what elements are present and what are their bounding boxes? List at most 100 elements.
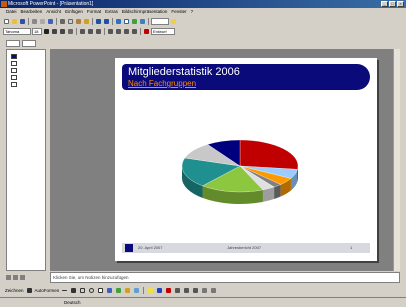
- align-center-button[interactable]: [87, 28, 94, 35]
- preview-icon: [40, 19, 45, 24]
- print-button[interactable]: [31, 18, 38, 25]
- copy-button[interactable]: [67, 18, 74, 25]
- hyperlink-button[interactable]: [139, 18, 146, 25]
- line-button[interactable]: [61, 287, 68, 294]
- dash-style-button[interactable]: [183, 287, 190, 294]
- numbering-button[interactable]: [107, 28, 114, 35]
- outline-line-icon: [11, 75, 17, 80]
- autoshapes-menu[interactable]: AutoFormen: [35, 288, 60, 293]
- menu-einfuegen[interactable]: Einfügen: [63, 8, 85, 16]
- slide-subtitle[interactable]: Nach Fachgruppen: [128, 79, 196, 88]
- spelling-button[interactable]: [47, 18, 54, 25]
- decrease-font-button[interactable]: [131, 28, 138, 35]
- menu-datei[interactable]: Datei: [4, 8, 19, 16]
- bold-button[interactable]: [43, 28, 50, 35]
- close-button[interactable]: ×: [397, 1, 404, 7]
- increase-font-button[interactable]: [123, 28, 130, 35]
- design-button[interactable]: Entwurf: [151, 28, 175, 35]
- save-button[interactable]: [19, 18, 26, 25]
- menu-help[interactable]: ?: [189, 8, 196, 16]
- menu-bildschirmpraesentation[interactable]: Bildschirmpräsentation: [120, 8, 170, 16]
- vertical-scrollbar[interactable]: [393, 49, 400, 271]
- line-style-icon: [175, 287, 181, 293]
- draw-menu[interactable]: Zeichnen: [5, 288, 24, 293]
- insert-picture-button[interactable]: [131, 18, 138, 25]
- underline-button[interactable]: [59, 28, 66, 35]
- line-style-button[interactable]: [174, 287, 181, 294]
- redo-button[interactable]: [103, 18, 110, 25]
- slide-title[interactable]: Mitgliederstatistik 2006: [128, 66, 240, 78]
- oval-button[interactable]: [88, 287, 95, 294]
- slide-canvas[interactable]: Mitgliederstatistik 2006 Nach Fachgruppe…: [115, 58, 377, 261]
- wordart-button[interactable]: [106, 287, 113, 294]
- shadow-button[interactable]: [67, 28, 74, 35]
- tab-outline[interactable]: [6, 40, 20, 47]
- open-button[interactable]: [11, 18, 18, 25]
- normal-view-icon[interactable]: [6, 275, 11, 280]
- arrow-button[interactable]: [70, 287, 77, 294]
- drawing-toolbar: Zeichnen AutoFormen: [0, 285, 406, 295]
- insert-table-button[interactable]: [123, 18, 130, 25]
- slideshow-icon[interactable]: [20, 275, 25, 280]
- align-left-icon: [80, 29, 85, 34]
- picture-button[interactable]: [133, 287, 140, 294]
- tab-slides[interactable]: [22, 40, 36, 47]
- align-right-button[interactable]: [95, 28, 102, 35]
- shadow-style-button[interactable]: [201, 287, 208, 294]
- table-icon: [124, 19, 129, 24]
- font-color-button[interactable]: [143, 28, 150, 35]
- font-size-combo[interactable]: 18: [32, 28, 42, 35]
- fill-color-icon: [148, 287, 154, 293]
- format-painter-button[interactable]: [83, 18, 90, 25]
- toolbar-separator: [56, 18, 57, 25]
- align-left-button[interactable]: [79, 28, 86, 35]
- rectangle-button[interactable]: [79, 287, 86, 294]
- notes-placeholder: Klicken Sie, um Notizen hinzuzufügen: [53, 275, 129, 280]
- powerpoint-app-icon[interactable]: [1, 1, 7, 7]
- textbox-button[interactable]: [97, 287, 104, 294]
- slide-sorter-icon[interactable]: [13, 275, 18, 280]
- minimize-button[interactable]: _: [381, 1, 388, 7]
- cut-button[interactable]: [59, 18, 66, 25]
- align-right-icon: [96, 29, 101, 34]
- undo-icon: [96, 19, 101, 24]
- bullets-button[interactable]: [115, 28, 122, 35]
- fill-color-button[interactable]: [147, 287, 154, 294]
- slide-editing-area[interactable]: Mitgliederstatistik 2006 Nach Fachgruppe…: [50, 49, 400, 271]
- diagram-button[interactable]: [115, 287, 122, 294]
- new-button[interactable]: [3, 18, 10, 25]
- font-color-icon: [144, 29, 149, 34]
- font-name-combo[interactable]: Tahoma: [3, 28, 31, 35]
- menu-format[interactable]: Format: [85, 8, 103, 16]
- insert-chart-button[interactable]: [115, 18, 122, 25]
- paste-button[interactable]: [75, 18, 82, 25]
- toolbar-separator: [76, 28, 77, 35]
- preview-button[interactable]: [39, 18, 46, 25]
- print-icon: [32, 19, 37, 24]
- italic-button[interactable]: [51, 28, 58, 35]
- menu-extras[interactable]: Extras: [103, 8, 120, 16]
- slides-pane[interactable]: [6, 49, 46, 271]
- title-banner: Mitgliederstatistik 2006 Nach Fachgruppe…: [122, 64, 370, 90]
- menu-bearbeiten[interactable]: Bearbeiten: [19, 8, 45, 16]
- notes-pane[interactable]: Klicken Sie, um Notizen hinzuzufügen: [50, 272, 400, 283]
- zoom-combo[interactable]: [151, 18, 169, 25]
- menu-fenster[interactable]: Fenster: [169, 8, 188, 16]
- pie-chart[interactable]: [155, 96, 325, 241]
- line-color-button[interactable]: [156, 287, 163, 294]
- footer-square-icon: [125, 244, 133, 252]
- undo-button[interactable]: [95, 18, 102, 25]
- clipart-button[interactable]: [124, 287, 131, 294]
- pie-slice[interactable]: [239, 139, 299, 170]
- footer-text: Jahresbericht 2007: [227, 245, 262, 250]
- maximize-button[interactable]: □: [389, 1, 396, 7]
- redo-icon: [104, 19, 109, 24]
- toolbar-separator: [143, 286, 145, 294]
- 3d-style-button[interactable]: [210, 287, 217, 294]
- menu-ansicht[interactable]: Ansicht: [44, 8, 63, 16]
- font-color-draw-button[interactable]: [165, 287, 172, 294]
- help-button[interactable]: [170, 18, 177, 25]
- arrow-style-button[interactable]: [192, 287, 199, 294]
- slide-thumbnail[interactable]: [11, 54, 17, 59]
- select-objects-button[interactable]: [26, 287, 33, 294]
